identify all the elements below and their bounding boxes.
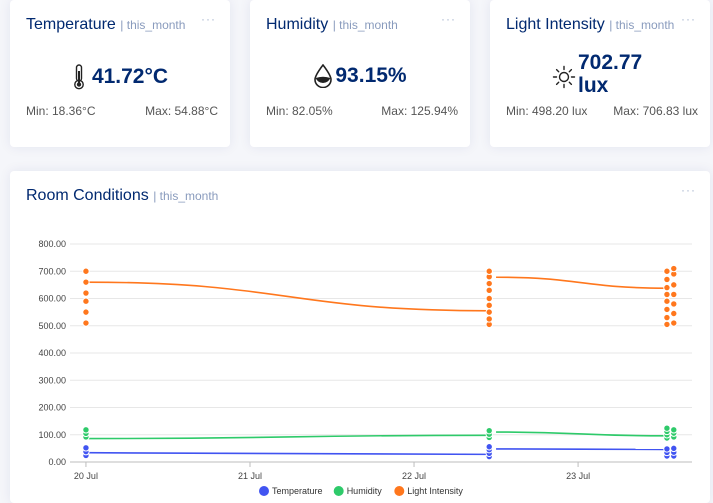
temperature-minmax: Min: 18.36°C Max: 54.88°C [26,104,218,118]
x-tick-label: 20 Jul [74,471,98,481]
light-card-title: Light Intensity | this_month [506,16,674,34]
y-tick-label: 600.00 [38,294,66,304]
humidity-point [82,426,90,434]
y-tick-label: 100.00 [38,430,66,440]
x-tick-label: 22 Jul [402,471,426,481]
light-intensity-point [663,320,671,329]
light-intensity-point [663,290,671,299]
light-intensity-point [670,309,678,318]
light-intensity-point [663,313,671,322]
temperature-card-title: Temperature | this_month [26,16,185,34]
temperature-stat: 41.72°C [10,64,230,90]
y-tick-label: 0.00 [48,457,66,467]
light-intensity-point [663,267,671,275]
light-card: Light Intensity | this_month ··· 702.77 … [490,0,710,147]
humidity-stat: 93.15% [250,64,470,88]
temperature-point [485,443,493,451]
light-intensity-point [663,283,671,292]
light-intensity-point [663,297,671,305]
light-intensity-point [485,279,493,288]
temperature-title-text: Temperature [26,16,116,33]
x-tick-label: 21 Jul [238,471,262,481]
temperature-value: 41.72°C [91,65,169,88]
light-max: Max: 706.83 lux [613,104,698,118]
temperature-min: Min: 18.36°C [26,104,96,118]
humidity-title-text: Humidity [266,16,329,33]
legend-label-light-intensity: Light Intensity [407,486,463,496]
light-intensity-point [485,294,493,303]
humidity-point [670,426,678,434]
light-intensity-point [82,308,90,316]
y-tick-label: 500.00 [38,321,66,331]
light-period: | this_month [609,18,675,32]
room-conditions-chart: 800.00 700.00 600.00 500.00 400.00 300.00 200.… [38,239,692,496]
humidity-point [485,426,493,435]
light-intensity-point [82,289,90,297]
humidity-max: Max: 125.94% [381,104,458,118]
legend-marker-light-intensity [394,486,405,496]
temperature-line [85,451,490,456]
humidity-point [663,424,671,432]
light-intensity-point [82,267,90,275]
temperature-menu-icon[interactable]: ··· [201,12,216,26]
light-intensity-point [485,308,493,316]
light-value-unit: lux [578,74,609,97]
y-tick-label: 200.00 [38,403,66,413]
light-intensity-point [663,275,671,284]
room-conditions-card: Room Conditions | this_month ··· 800.00 7… [10,171,710,503]
temperature-card: Temperature | this_month ··· 41.72°C Min… [10,0,230,147]
legend-label-humidity: Humidity [347,486,383,496]
light-menu-icon[interactable]: ··· [681,12,696,26]
light-intensity-point [670,290,678,299]
light-intensity-point [670,319,678,327]
light-intensity-point [670,281,678,289]
light-min: Min: 498.20 lux [506,104,588,118]
temperature-line [496,448,667,451]
light-intensity-line [496,276,667,289]
humidity-minmax: Min: 82.05% Max: 125.94% [266,104,458,118]
light-intensity-point [663,305,671,314]
humidity-card: Humidity | this_month ··· 93.15% Min: 82… [250,0,470,147]
light-intensity-point [670,264,678,273]
humidity-menu-icon[interactable]: ··· [441,12,456,26]
y-tick-label: 400.00 [38,348,66,358]
light-intensity-point [485,315,493,323]
legend-marker-temperature [259,486,269,496]
light-intensity-point [82,319,90,327]
humidity-min: Min: 82.05% [266,104,333,118]
light-intensity-point [82,278,90,286]
legend-label-temperature: Temperature [272,486,323,496]
light-minmax: Min: 498.20 lux Max: 706.83 lux [506,104,698,118]
light-intensity-point [82,297,90,305]
light-intensity-point [485,286,493,295]
sun-icon [552,65,576,89]
light-intensity-point [670,300,678,308]
thermometer-icon [74,64,84,90]
temperature-max: Max: 54.88°C [145,104,218,118]
temperature-period: | this_month [120,18,186,32]
light-intensity-line [85,281,490,312]
temperature-point [82,444,90,452]
humidity-line [496,431,667,437]
temperature-point [670,444,678,453]
humidity-card-title: Humidity | this_month [266,16,398,34]
y-tick-label: 800.00 [38,239,66,249]
humidity-value: 93.15% [335,64,407,87]
y-tick-label: 700.00 [38,266,66,276]
light-title-text: Light Intensity [506,16,605,33]
light-intensity-point [485,267,493,275]
humidity-line [85,434,490,440]
light-intensity-point [485,301,493,310]
light-value-number: 702.77 [578,51,643,74]
temperature-point [663,445,671,453]
light-value: 702.77 lux [578,51,642,97]
legend-marker-humidity [333,486,344,496]
water-drop-icon [314,64,333,88]
x-tick-label: 23 Jul [566,471,590,481]
y-tick-label: 300.00 [38,375,66,385]
humidity-period: | this_month [332,18,398,32]
light-stat: 702.77 lux [552,51,642,97]
